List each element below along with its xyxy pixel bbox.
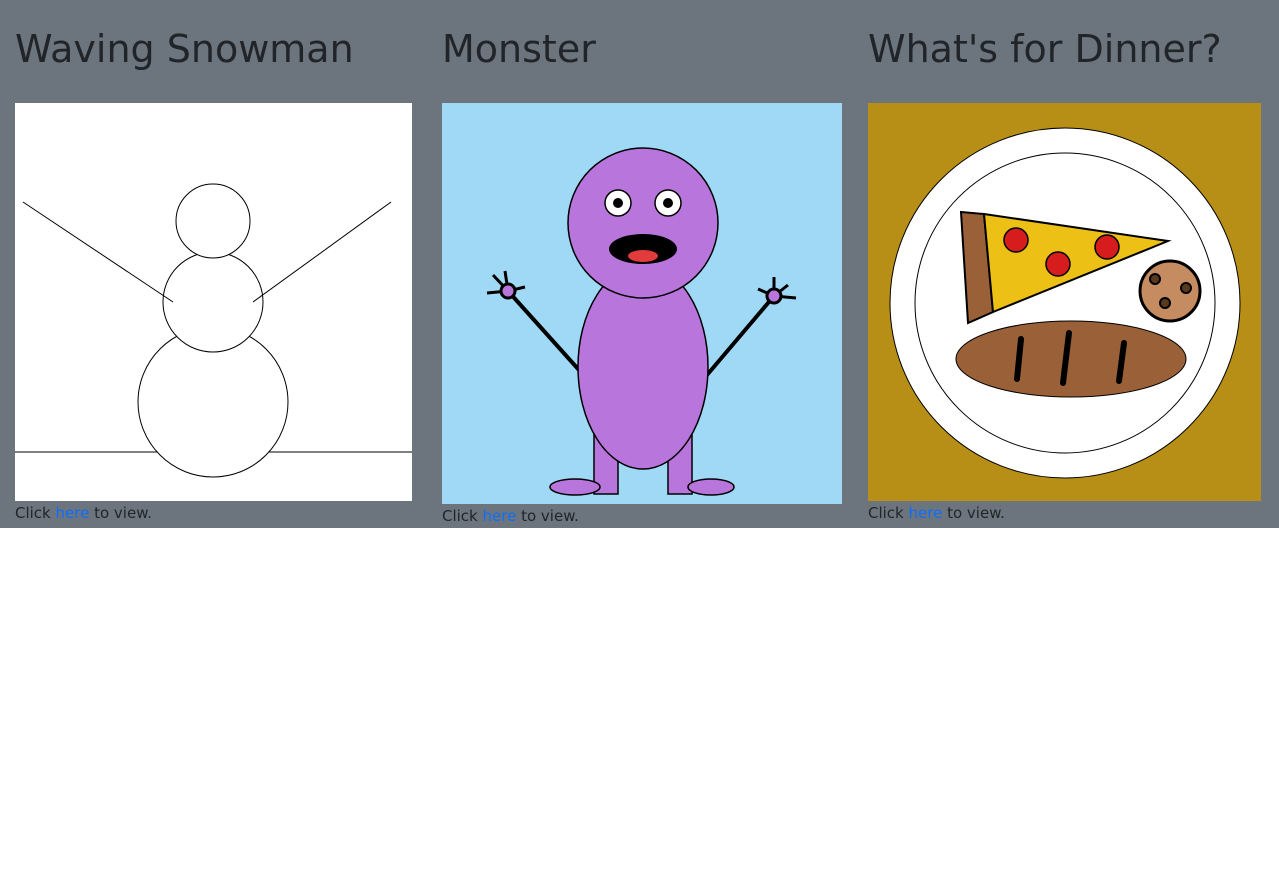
pepperoni bbox=[1094, 234, 1120, 260]
dinner-canvas bbox=[868, 103, 1261, 501]
view-link[interactable]: here bbox=[483, 507, 517, 525]
pepperoni bbox=[1003, 227, 1029, 253]
monster-canvas bbox=[442, 103, 842, 504]
monster-tongue bbox=[628, 250, 658, 262]
left-pupil bbox=[613, 198, 623, 208]
bread-score bbox=[1014, 336, 1024, 382]
card-title: Monster bbox=[442, 27, 596, 71]
snowman-canvas bbox=[15, 103, 412, 501]
right-foot bbox=[687, 478, 735, 496]
left-foot bbox=[549, 478, 601, 496]
chocolate-chip bbox=[1180, 282, 1192, 294]
monster-head bbox=[567, 147, 719, 299]
snowman-middle bbox=[162, 251, 264, 353]
snowman-head bbox=[175, 183, 251, 259]
view-link[interactable]: here bbox=[909, 504, 943, 522]
view-link[interactable]: here bbox=[56, 504, 90, 522]
pepperoni bbox=[1045, 251, 1071, 277]
chocolate-chip bbox=[1159, 297, 1171, 309]
drawings-gallery: Waving Snowman Click here to view. Monst… bbox=[0, 0, 1279, 528]
card-title: What's for Dinner? bbox=[868, 27, 1222, 71]
card-caption: Click here to view. bbox=[868, 504, 1005, 522]
card-caption: Click here to view. bbox=[15, 504, 152, 522]
card-caption: Click here to view. bbox=[442, 507, 579, 525]
chocolate-chip bbox=[1149, 273, 1161, 285]
card-title: Waving Snowman bbox=[15, 27, 354, 71]
right-pupil bbox=[663, 198, 673, 208]
